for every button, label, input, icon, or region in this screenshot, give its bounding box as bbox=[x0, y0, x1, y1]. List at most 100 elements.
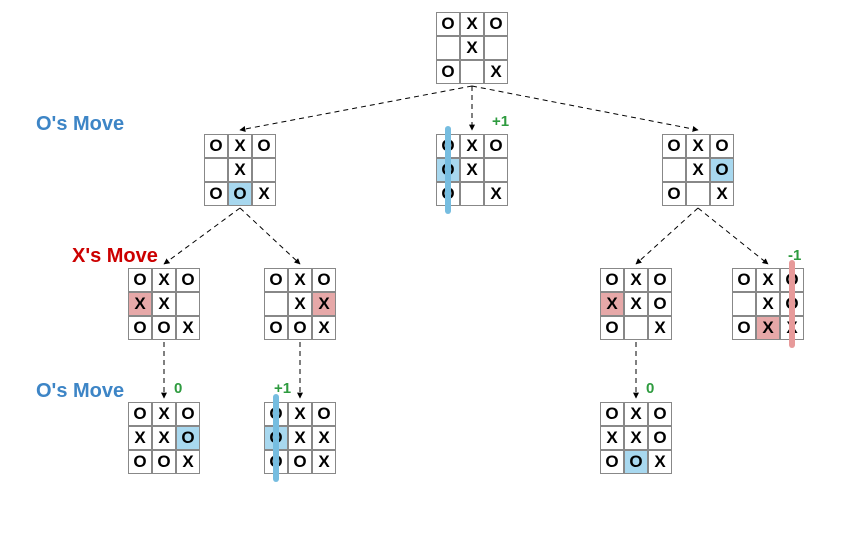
win-line bbox=[445, 126, 451, 214]
ttt-cell: O bbox=[128, 268, 152, 292]
ttt-cell: O bbox=[600, 402, 624, 426]
ttt-cell: O bbox=[128, 450, 152, 474]
ttt-cell: O bbox=[176, 426, 200, 450]
ttt-board: OXOXXOOX bbox=[264, 268, 336, 340]
ttt-cell bbox=[436, 36, 460, 60]
minimax-score: +1 bbox=[492, 113, 509, 130]
ttt-board: OXOXXOOOX bbox=[128, 402, 200, 474]
ttt-cell bbox=[252, 158, 276, 182]
ttt-cell: X bbox=[460, 134, 484, 158]
ttt-cell: X bbox=[252, 182, 276, 206]
ttt-cell: O bbox=[600, 316, 624, 340]
ttt-board: OXOXXOOX bbox=[600, 268, 672, 340]
win-line bbox=[273, 394, 279, 482]
ttt-cell: O bbox=[436, 60, 460, 84]
ttt-cell: X bbox=[176, 450, 200, 474]
ttt-cell: X bbox=[460, 12, 484, 36]
ttt-cell: O bbox=[252, 134, 276, 158]
ttt-board: OXOXOOX bbox=[662, 134, 734, 206]
ttt-cell bbox=[484, 36, 508, 60]
ttt-cell: X bbox=[756, 268, 780, 292]
minimax-score: 0 bbox=[646, 380, 654, 397]
ttt-cell: X bbox=[756, 316, 780, 340]
ttt-cell: X bbox=[624, 292, 648, 316]
ttt-cell: X bbox=[312, 292, 336, 316]
ttt-cell: O bbox=[710, 158, 734, 182]
ttt-cell: X bbox=[228, 158, 252, 182]
ttt-cell: O bbox=[484, 134, 508, 158]
ttt-cell: O bbox=[204, 134, 228, 158]
level-label: O's Move bbox=[36, 380, 124, 403]
ttt-cell: X bbox=[484, 182, 508, 206]
ttt-cell: O bbox=[732, 316, 756, 340]
ttt-cell: O bbox=[228, 182, 252, 206]
ttt-cell: X bbox=[288, 426, 312, 450]
ttt-cell bbox=[460, 182, 484, 206]
ttt-cell: X bbox=[600, 292, 624, 316]
ttt-cell: X bbox=[128, 426, 152, 450]
minimax-score: 0 bbox=[174, 380, 182, 397]
tree-arrow bbox=[636, 208, 698, 264]
ttt-cell: O bbox=[176, 402, 200, 426]
ttt-cell: X bbox=[600, 426, 624, 450]
ttt-board: OXOXXOOOX bbox=[600, 402, 672, 474]
level-label: X's Move bbox=[72, 245, 158, 268]
ttt-cell: O bbox=[288, 316, 312, 340]
ttt-cell: X bbox=[152, 268, 176, 292]
tree-arrow bbox=[240, 208, 300, 264]
ttt-cell bbox=[176, 292, 200, 316]
ttt-cell: X bbox=[648, 316, 672, 340]
ttt-cell bbox=[662, 158, 686, 182]
ttt-cell bbox=[460, 60, 484, 84]
ttt-cell: O bbox=[312, 268, 336, 292]
ttt-cell: O bbox=[264, 268, 288, 292]
ttt-cell: O bbox=[648, 402, 672, 426]
ttt-cell: X bbox=[288, 292, 312, 316]
tree-arrow bbox=[698, 208, 768, 264]
ttt-cell: X bbox=[624, 426, 648, 450]
ttt-cell: O bbox=[600, 268, 624, 292]
ttt-cell bbox=[264, 292, 288, 316]
ttt-cell: O bbox=[732, 268, 756, 292]
ttt-board: OXOXOX bbox=[436, 12, 508, 84]
level-label: O's Move bbox=[36, 113, 124, 136]
ttt-cell: O bbox=[484, 12, 508, 36]
ttt-cell: X bbox=[460, 36, 484, 60]
ttt-cell: X bbox=[686, 134, 710, 158]
ttt-cell bbox=[624, 316, 648, 340]
ttt-cell: O bbox=[648, 426, 672, 450]
ttt-cell: O bbox=[662, 134, 686, 158]
win-line bbox=[789, 260, 795, 348]
ttt-cell: O bbox=[600, 450, 624, 474]
ttt-cell: O bbox=[264, 316, 288, 340]
ttt-cell: X bbox=[312, 316, 336, 340]
ttt-cell: X bbox=[152, 426, 176, 450]
ttt-board: OXOXOOX bbox=[204, 134, 276, 206]
ttt-cell bbox=[204, 158, 228, 182]
game-tree-diagram: O's MoveX's MoveO's Move+1-10+10OXOXOXOX… bbox=[0, 0, 852, 540]
ttt-cell: X bbox=[176, 316, 200, 340]
ttt-cell: O bbox=[128, 316, 152, 340]
ttt-cell: X bbox=[288, 268, 312, 292]
ttt-cell bbox=[732, 292, 756, 316]
ttt-cell: O bbox=[204, 182, 228, 206]
ttt-cell: X bbox=[228, 134, 252, 158]
ttt-cell: X bbox=[152, 402, 176, 426]
ttt-cell: X bbox=[624, 402, 648, 426]
tree-arrow bbox=[164, 208, 240, 264]
ttt-cell: O bbox=[648, 292, 672, 316]
ttt-cell: X bbox=[128, 292, 152, 316]
ttt-cell: O bbox=[288, 450, 312, 474]
ttt-cell bbox=[484, 158, 508, 182]
ttt-cell: O bbox=[128, 402, 152, 426]
ttt-cell: O bbox=[176, 268, 200, 292]
ttt-cell: O bbox=[624, 450, 648, 474]
ttt-cell: X bbox=[624, 268, 648, 292]
ttt-cell: X bbox=[460, 158, 484, 182]
ttt-cell: X bbox=[484, 60, 508, 84]
ttt-cell: O bbox=[312, 402, 336, 426]
tree-arrow bbox=[240, 86, 472, 130]
ttt-cell bbox=[686, 182, 710, 206]
ttt-cell: O bbox=[648, 268, 672, 292]
ttt-cell: O bbox=[152, 316, 176, 340]
